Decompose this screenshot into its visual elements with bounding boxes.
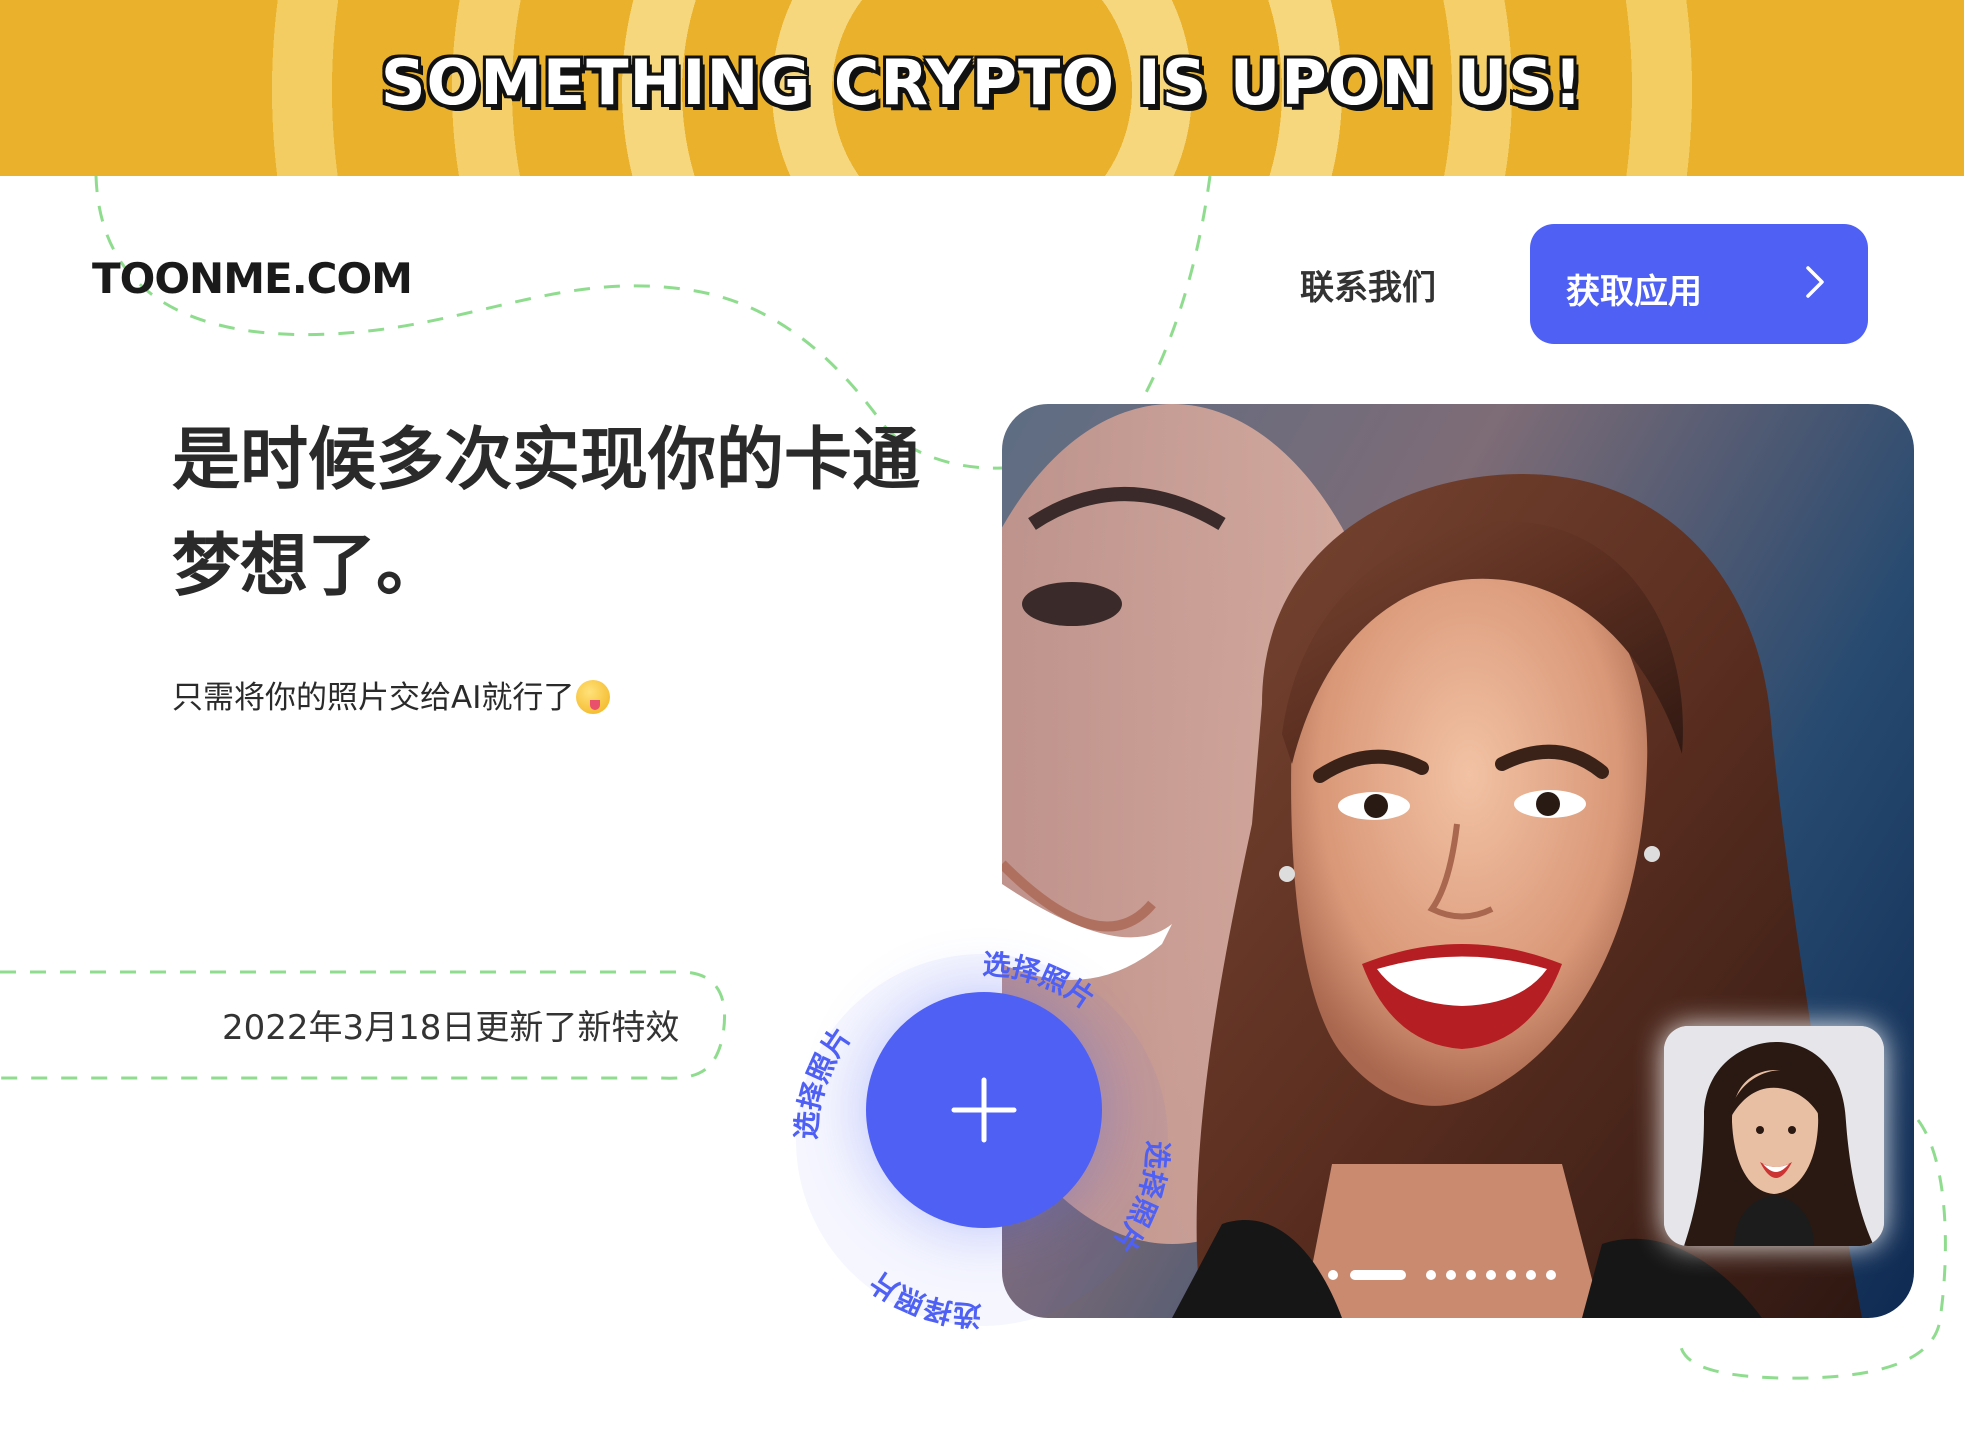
carousel-dot[interactable] — [1446, 1270, 1456, 1280]
carousel-dot[interactable] — [1426, 1270, 1436, 1280]
hero-subline-text: 只需将你的照片交给AI就行了 — [172, 680, 575, 716]
promo-banner-text: SOMETHING CRYPTO IS UPON US! — [380, 46, 1584, 119]
chevron-right-icon — [1806, 266, 1824, 298]
promo-banner[interactable]: SOMETHING CRYPTO IS UPON US! — [0, 0, 1964, 176]
original-photo-thumbnail[interactable] — [1664, 1026, 1884, 1246]
update-note: 2022年3月18日更新了新特效 — [222, 1008, 680, 1048]
plus-icon — [951, 1077, 1017, 1143]
carousel-dot-active[interactable] — [1350, 1270, 1406, 1280]
hero-subline: 只需将你的照片交给AI就行了 — [172, 672, 611, 717]
hero-headline-line2: 梦想了。 — [172, 527, 445, 606]
select-photo-button[interactable] — [866, 992, 1102, 1228]
original-portrait-illustration — [1664, 1026, 1884, 1246]
hero-headline-line1: 是时候多次实现你的卡通 — [172, 421, 921, 500]
winking-tongue-emoji-icon — [576, 680, 611, 714]
carousel-dot[interactable] — [1466, 1270, 1476, 1280]
carousel-dot[interactable] — [1328, 1270, 1338, 1280]
contact-us-link[interactable]: 联系我们 — [1300, 260, 1436, 309]
carousel-dot[interactable] — [1546, 1270, 1556, 1280]
carousel-dot[interactable] — [1506, 1270, 1516, 1280]
hero-headline: 是时候多次实现你的卡通 梦想了。 — [172, 408, 972, 620]
carousel-dot[interactable] — [1526, 1270, 1536, 1280]
carousel-dot[interactable] — [1486, 1270, 1496, 1280]
get-app-label: 获取应用 — [1566, 272, 1702, 312]
site-logo[interactable]: TOONME.COM — [92, 254, 413, 303]
get-app-button[interactable]: 获取应用 — [1530, 224, 1868, 344]
